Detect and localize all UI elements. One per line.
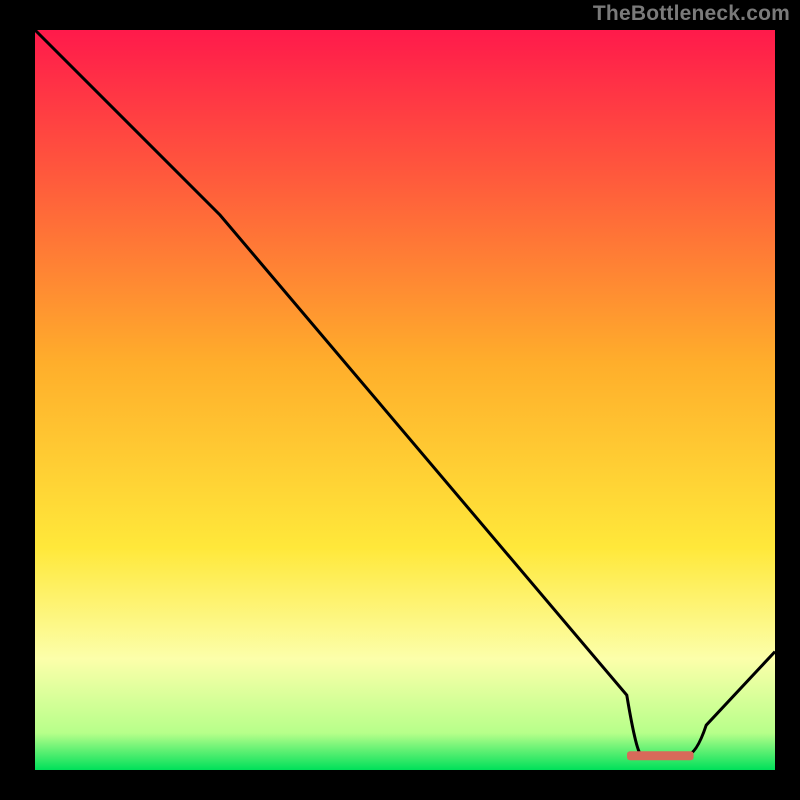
attribution-label: TheBottleneck.com	[593, 2, 790, 26]
chart-container: TheBottleneck.com	[0, 0, 800, 800]
plateau-marker	[627, 751, 694, 760]
chart-svg	[0, 0, 800, 800]
